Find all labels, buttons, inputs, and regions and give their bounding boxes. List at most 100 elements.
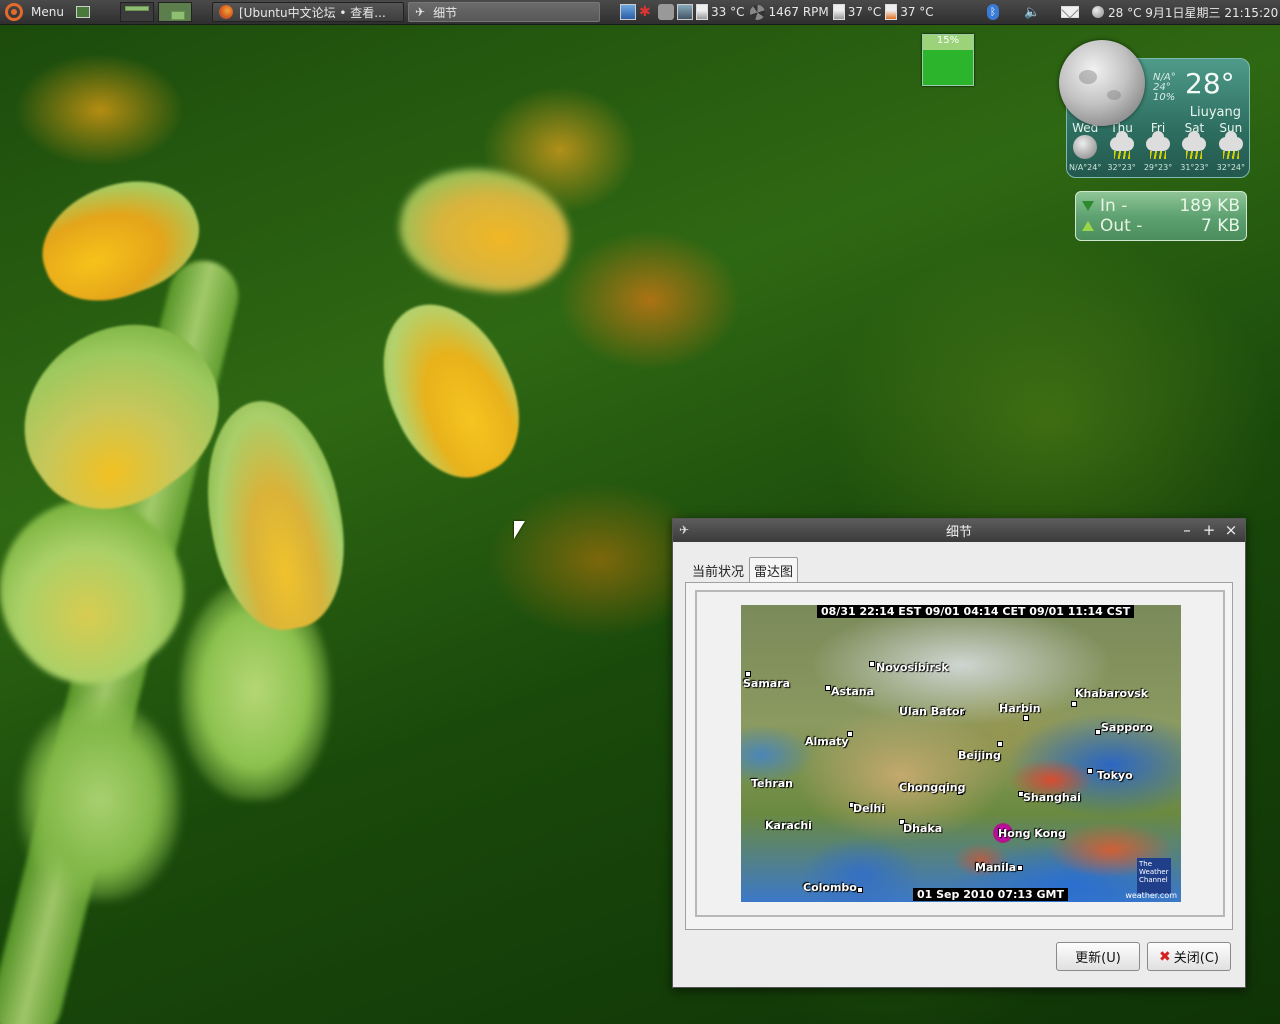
weather-site-label: weather.com bbox=[1125, 891, 1177, 900]
clock-applet[interactable]: 28 °C 9月1日星期三 21:15:20 bbox=[1092, 0, 1278, 24]
close-x-icon: ✖ bbox=[1159, 948, 1171, 965]
city-label: Hong Kong bbox=[998, 827, 1066, 840]
mouse-cursor-icon bbox=[514, 521, 525, 539]
refresh-button-label: 更新(U) bbox=[1075, 951, 1121, 966]
forecast-day: Sat 31°23° bbox=[1180, 121, 1209, 172]
city-label: Khabarovsk bbox=[1075, 687, 1149, 700]
tab-panel: 08/31 22:14 EST 09/01 04:14 CET 09/01 11… bbox=[685, 582, 1233, 930]
tray-area: ✱ 33 °C 1467 RPM 37 °C 37 °C bbox=[620, 0, 934, 24]
net-out-label: Out - bbox=[1100, 216, 1143, 236]
dialog-title: 细节 bbox=[945, 525, 972, 540]
net-in-value: 189 KB bbox=[1179, 196, 1240, 216]
city-label: Delhi bbox=[853, 802, 885, 815]
weather-city: Liuyang bbox=[1189, 105, 1241, 120]
tab-radar[interactable]: 雷达图 bbox=[749, 557, 799, 583]
top-panel: Menu [Ubuntu中文论坛 • 查看... ✈ 细节 ✱ 33 °C 14… bbox=[0, 0, 1280, 25]
city-label: Chongqing bbox=[899, 781, 966, 794]
weather-alert-icon[interactable]: ✱ bbox=[639, 4, 655, 20]
taskbar-item-details[interactable]: ✈ 细节 bbox=[408, 2, 600, 22]
weather-channel-logo: The Weather Channel bbox=[1137, 858, 1171, 894]
city-label: Colombo bbox=[803, 881, 857, 894]
menu-label: Menu bbox=[31, 5, 64, 19]
mail-button[interactable] bbox=[1061, 0, 1079, 24]
disk2-temp-value: 37 °C bbox=[900, 5, 934, 19]
firefox-icon bbox=[219, 5, 233, 19]
disk2-sensor-icon bbox=[885, 4, 898, 20]
storm-icon bbox=[1109, 131, 1134, 151]
map-icon[interactable] bbox=[620, 4, 636, 20]
cpu-graph-widget[interactable]: 15% bbox=[922, 34, 974, 86]
forecast-day: Thu 32°23° bbox=[1107, 121, 1136, 172]
show-desktop-icon bbox=[76, 6, 90, 18]
forecast-day: Sun 32°24° bbox=[1216, 121, 1245, 172]
tab-current-conditions[interactable]: 当前状况 bbox=[687, 557, 749, 583]
disk-sensor-icon bbox=[832, 4, 845, 20]
close-button[interactable]: ✖ 关闭(C) bbox=[1147, 942, 1231, 971]
close-icon[interactable]: × bbox=[1222, 521, 1240, 539]
details-dialog: ✈ 细节 – + × 当前状况 雷达图 08/31 22:14 EST 09/0… bbox=[672, 518, 1246, 988]
taskbar-item-label: 细节 bbox=[433, 5, 458, 20]
city-label: Sapporo bbox=[1101, 721, 1153, 734]
radar-time-stamp: 08/31 22:14 EST 09/01 04:14 CET 09/01 11… bbox=[817, 605, 1135, 618]
upload-arrow-icon bbox=[1082, 221, 1094, 231]
weather-app-icon: ✈ bbox=[679, 523, 690, 537]
city-label: Novosibirsk bbox=[876, 661, 949, 674]
minimize-icon[interactable]: – bbox=[1178, 521, 1196, 539]
moon-phase-icon bbox=[1059, 40, 1145, 126]
maximize-icon[interactable]: + bbox=[1200, 521, 1218, 539]
taskbar-item-label: [Ubuntu中文论坛 • 查看... bbox=[239, 5, 386, 20]
mail-icon bbox=[1061, 6, 1079, 18]
city-label: Tehran bbox=[751, 777, 794, 790]
city-label: Karachi bbox=[765, 819, 812, 832]
show-desktop-button[interactable] bbox=[76, 0, 90, 24]
disk1-temp-value: 37 °C bbox=[847, 5, 882, 19]
moon-icon bbox=[1073, 135, 1098, 159]
fan-speed-value: 1467 RPM bbox=[768, 5, 829, 19]
fan-icon bbox=[750, 4, 766, 20]
weather-icon: ✈ bbox=[415, 5, 426, 19]
volume-icon: 🔈 bbox=[1024, 4, 1041, 20]
workspace-1[interactable] bbox=[120, 0, 154, 24]
clock-text: 28 °C 9月1日星期三 21:15:20 bbox=[1108, 5, 1279, 20]
city-label: Shanghai bbox=[1023, 791, 1081, 804]
city-label: Manila bbox=[975, 861, 1017, 874]
forecast-day: Fri 29°23° bbox=[1143, 121, 1173, 172]
cpu-usage-label: 15% bbox=[936, 35, 960, 46]
monitor-icon[interactable] bbox=[677, 4, 693, 20]
radar-gmt-stamp: 01 Sep 2010 07:13 GMT bbox=[913, 888, 1068, 901]
moon-icon bbox=[1092, 6, 1104, 18]
bluetooth-icon: ᛒ bbox=[987, 4, 999, 20]
tab-bar: 当前状况 雷达图 bbox=[687, 557, 799, 583]
workspace-2[interactable] bbox=[158, 0, 192, 24]
network-icon[interactable] bbox=[658, 4, 674, 20]
cpu-sensor-icon bbox=[696, 4, 708, 20]
city-label: Ulan Bator bbox=[899, 705, 965, 718]
city-label: Tokyo bbox=[1097, 769, 1133, 782]
net-out-value: 7 KB bbox=[1200, 216, 1240, 236]
weather-humidity: 10% bbox=[1153, 92, 1176, 103]
radar-frame: 08/31 22:14 EST 09/01 04:14 CET 09/01 11… bbox=[695, 590, 1225, 917]
menu-button[interactable]: Menu bbox=[0, 0, 72, 24]
radar-map-image: 08/31 22:14 EST 09/01 04:14 CET 09/01 11… bbox=[741, 605, 1181, 902]
forecast-row: Wed N/A°24° Thu 32°23° Fri 29°23° Sat 31… bbox=[1067, 121, 1249, 175]
city-label: Astana bbox=[831, 685, 874, 698]
network-traffic-widget[interactable]: In - 189 KB Out - 7 KB bbox=[1075, 191, 1247, 241]
taskbar-item-firefox[interactable]: [Ubuntu中文论坛 • 查看... bbox=[212, 2, 404, 22]
storm-icon bbox=[1218, 131, 1243, 151]
forecast-day: Wed N/A°24° bbox=[1069, 121, 1102, 172]
dialog-titlebar[interactable]: ✈ 细节 – + × bbox=[673, 519, 1245, 542]
download-arrow-icon bbox=[1082, 201, 1094, 211]
net-in-label: In - bbox=[1100, 196, 1128, 216]
storm-icon bbox=[1182, 131, 1207, 151]
ubuntu-logo-icon bbox=[5, 3, 23, 21]
city-label: Beijing bbox=[958, 749, 1001, 762]
city-label: Dhaka bbox=[903, 822, 943, 835]
storm-icon bbox=[1146, 131, 1171, 151]
bluetooth-button[interactable]: ᛒ bbox=[987, 0, 999, 24]
city-label: Harbin bbox=[999, 702, 1041, 715]
volume-button[interactable]: 🔈 bbox=[1024, 0, 1040, 24]
close-button-label: 关闭(C) bbox=[1173, 951, 1219, 966]
city-label: Samara bbox=[743, 677, 791, 690]
current-temperature: 28° bbox=[1185, 67, 1235, 100]
refresh-button[interactable]: 更新(U) bbox=[1056, 942, 1140, 971]
